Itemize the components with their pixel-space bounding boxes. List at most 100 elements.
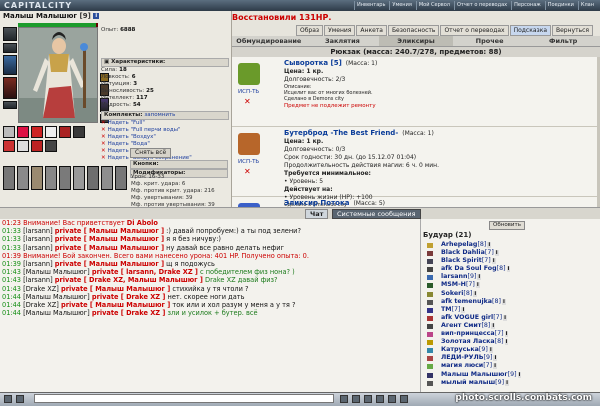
user-info-icon[interactable]: i (504, 331, 509, 338)
top-menu-item[interactable]: Мой Сервол (415, 1, 452, 10)
characteristics-header[interactable]: ▣ Характеристики: (101, 58, 229, 67)
slot-small-1[interactable] (3, 126, 15, 138)
user-info-icon[interactable]: i (493, 355, 498, 362)
kit-item[interactable]: ✕ Надеть "Full" (101, 120, 229, 127)
slot-bottom-2[interactable] (17, 166, 29, 190)
category-tab[interactable]: Обмундирование (232, 36, 306, 46)
slot-bottom-3[interactable] (31, 166, 43, 190)
top-tab[interactable]: Подсказка (509, 25, 551, 36)
user-info-icon[interactable]: i (493, 363, 498, 370)
chat-author[interactable]: [larsann] (23, 260, 53, 268)
remove-kit-icon[interactable]: ✕ (101, 155, 106, 161)
slot-bottom-5[interactable] (59, 166, 71, 190)
user-nick[interactable]: Катруська (441, 346, 479, 353)
use-item-link[interactable]: ИСП-ТЬ (238, 159, 259, 165)
chat-author[interactable]: [larsann] (23, 244, 53, 252)
user-nick[interactable]: Black Spirit (441, 257, 482, 264)
chat-input[interactable] (34, 394, 334, 403)
user-nick[interactable]: Arhepelag (441, 241, 477, 248)
user-nick[interactable]: Золотая Ласка (441, 338, 495, 345)
slot-small-10[interactable] (45, 140, 57, 152)
delete-item-icon[interactable]: ✕ (244, 167, 251, 176)
top-tab[interactable]: Отчет о переводах (440, 25, 509, 36)
user-nick[interactable]: магия люси (441, 362, 483, 369)
remove-kit-icon[interactable]: ✕ (101, 141, 106, 147)
user-row[interactable]: afk VOGUE girl[7] i (421, 314, 600, 322)
user-nick[interactable]: вип-принцесса (441, 330, 495, 337)
user-row[interactable]: afk temenujka[8] i (421, 298, 600, 306)
kit-link[interactable]: Надеть "Full перчи воды" (108, 127, 181, 133)
settings-icon[interactable] (388, 395, 396, 403)
kits-header[interactable]: Комплекты: запомнить (101, 111, 229, 120)
user-nick[interactable]: Малыш Малышюг (441, 371, 508, 378)
private-recipients[interactable]: private [ Малыш Малышюг ] (55, 235, 164, 243)
top-tab[interactable]: Образ (296, 25, 324, 36)
top-menu-item[interactable]: Отчет о переводах (453, 1, 509, 10)
user-row[interactable]: Агент Смит[8] i (421, 322, 600, 330)
slot-small-4[interactable] (45, 126, 57, 138)
user-info-icon[interactable]: i (494, 250, 499, 257)
sound-icon[interactable] (400, 395, 408, 403)
kit-item[interactable]: ✕ Надеть "Full перчи воды" (101, 127, 229, 134)
slot-small-9[interactable] (31, 140, 43, 152)
user-info-icon[interactable]: i (503, 314, 508, 321)
user-row[interactable]: Sokeri[8] i (421, 290, 600, 298)
info-icon[interactable]: i (93, 13, 100, 19)
kits-add-link[interactable]: запомнить (144, 112, 175, 118)
item-name[interactable]: Эликсир Потока (284, 199, 349, 207)
user-info-icon[interactable]: i (506, 266, 511, 273)
user-nick[interactable]: Агент Смит (441, 322, 481, 329)
chat-author[interactable]: [larsann] (23, 235, 53, 243)
top-menu-item[interactable]: Клан (577, 1, 596, 10)
user-info-icon[interactable]: i (477, 274, 482, 281)
user-info-icon[interactable]: i (491, 258, 496, 265)
user-info-icon[interactable]: i (505, 379, 509, 386)
chat-author[interactable]: [Малыш Малышюг] (23, 293, 90, 301)
chat-author[interactable]: [Малыш Малышюг] (23, 309, 90, 317)
category-tab[interactable]: Фильтр (526, 36, 600, 46)
private-recipients[interactable]: private [ Малыш Малышюг ] (55, 244, 164, 252)
kit-link[interactable]: Надеть "Full" (108, 120, 145, 126)
remove-kit-icon[interactable]: ✕ (101, 148, 106, 154)
slot-amulet[interactable] (3, 43, 17, 53)
user-info-icon[interactable]: i (501, 298, 506, 305)
player-name[interactable]: Малыш Малышюг [9] i (3, 12, 100, 20)
remove-kit-icon[interactable]: ✕ (101, 120, 106, 126)
remove-kit-icon[interactable]: ✕ (101, 127, 106, 133)
translit-icon[interactable] (352, 395, 360, 403)
filter-icon[interactable] (376, 395, 384, 403)
private-recipients[interactable]: private [ Drake XZ ] (92, 309, 166, 317)
private-recipients[interactable]: private [ Drake XZ, Малыш Малышюг ] (55, 276, 203, 284)
chat-author[interactable]: [Drake XZ] (23, 301, 59, 309)
user-info-icon[interactable]: i (488, 347, 493, 354)
slot-small-6[interactable] (73, 126, 85, 138)
undress-button[interactable]: Снять всё (130, 148, 172, 158)
user-nick[interactable]: afk Da Soul Fog (441, 265, 497, 272)
category-tab[interactable]: Прочее (453, 36, 527, 46)
user-row[interactable]: мылый малыш[9] i (421, 379, 600, 387)
slot-belt[interactable] (3, 101, 17, 109)
slot-bottom-8[interactable] (101, 166, 113, 190)
chat-author[interactable]: [Drake XZ] (23, 285, 59, 293)
top-tab[interactable]: Безопасность (387, 25, 440, 36)
top-menu-item[interactable]: Инвентарь (354, 1, 387, 10)
item-icon[interactable] (238, 63, 260, 85)
user-nick[interactable]: мылый малыш (441, 379, 495, 386)
send-icon[interactable] (340, 395, 348, 403)
chat-author[interactable]: [Малыш Малышюг] (23, 268, 90, 276)
kit-link[interactable]: Надеть "Воздух" (108, 134, 156, 140)
remove-kit-icon[interactable]: ✕ (101, 134, 106, 140)
item-name[interactable]: Бутерброд -The Best Friend- (284, 129, 398, 137)
user-row[interactable]: Катруська[9] i (421, 346, 600, 354)
private-recipients[interactable]: private [ Малыш Малышюг ] (61, 285, 170, 293)
user-nick[interactable]: afk temenujka (441, 298, 492, 305)
slot-small-7[interactable] (3, 140, 15, 152)
user-row[interactable]: Black Spirit[7] i (421, 257, 600, 265)
refresh-users-button[interactable]: Обновить (489, 221, 525, 230)
item-name[interactable]: Сыворотка [5] (284, 59, 342, 67)
clear-icon[interactable] (364, 395, 372, 403)
item-icon[interactable] (238, 133, 260, 155)
private-recipients[interactable]: private [ Малыш Малышюг ] (55, 227, 164, 235)
slot-bottom-7[interactable] (87, 166, 99, 190)
slot-small-5[interactable] (59, 126, 71, 138)
